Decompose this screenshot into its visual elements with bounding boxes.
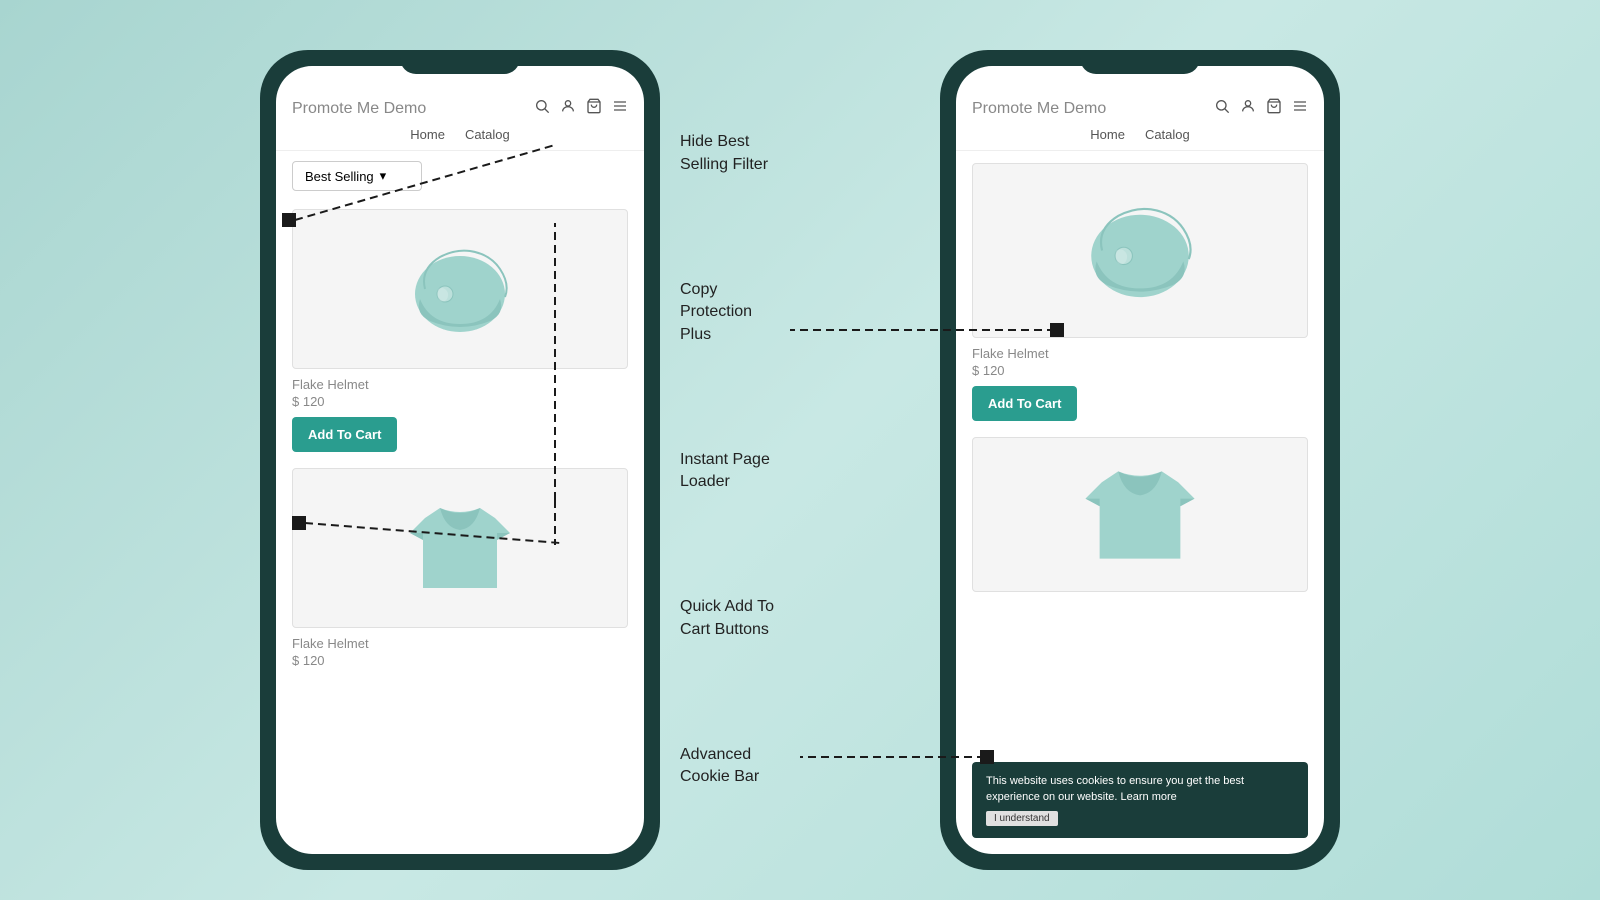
cookie-bar: This website uses cookies to ensure you … xyxy=(972,762,1308,838)
left-product-1-price: $ 120 xyxy=(292,394,628,409)
left-app-title: Promote Me Demo xyxy=(292,100,426,118)
right-app-header: Promote Me Demo xyxy=(956,66,1324,151)
chevron-down-icon: ▾ xyxy=(380,168,387,184)
left-product-card-1: Flake Helmet $ 120 Add To Cart xyxy=(292,209,628,452)
feature-label-instant-page: Instant PageLoader xyxy=(680,449,920,494)
left-helmet-image xyxy=(292,209,628,369)
left-add-to-cart-btn[interactable]: Add To Cart xyxy=(292,417,397,452)
left-phone: Promote Me Demo xyxy=(260,50,660,870)
feature-label-cookie-bar: AdvancedCookie Bar xyxy=(680,744,920,789)
feature-label-copy-protection: CopyProtectionPlus xyxy=(680,279,920,346)
search-icon[interactable] xyxy=(534,98,550,119)
right-product-card-1: Flake Helmet $ 120 Add To Cart xyxy=(972,163,1308,421)
right-phone: Promote Me Demo xyxy=(940,50,1340,870)
right-product-1-name: Flake Helmet xyxy=(972,346,1308,361)
right-phone-screen: Promote Me Demo xyxy=(956,66,1324,854)
right-cart-icon[interactable] xyxy=(1266,98,1282,119)
left-app-icons xyxy=(534,98,628,119)
main-container: Promote Me Demo xyxy=(0,0,1600,900)
left-product-grid: Flake Helmet $ 120 Add To Cart Fla xyxy=(276,201,644,854)
right-helmet-image xyxy=(972,163,1308,338)
cookie-bar-button[interactable]: I understand xyxy=(986,811,1058,826)
best-selling-filter[interactable]: Best Selling ▾ xyxy=(292,161,422,191)
feature-labels: Hide BestSelling Filter CopyProtectionPl… xyxy=(660,50,940,870)
feature-label-hide-filter: Hide BestSelling Filter xyxy=(680,131,920,176)
phone-notch-right xyxy=(1080,50,1200,74)
left-product-1-name: Flake Helmet xyxy=(292,377,628,392)
filter-label: Best Selling xyxy=(305,169,374,184)
left-app-nav: Home Catalog xyxy=(410,127,510,142)
right-app-title: Promote Me Demo xyxy=(972,100,1106,118)
right-nav-home[interactable]: Home xyxy=(1090,127,1125,142)
right-user-icon[interactable] xyxy=(1240,98,1256,119)
left-filter-bar: Best Selling ▾ xyxy=(276,151,644,201)
feature-label-quick-add: Quick Add ToCart Buttons xyxy=(680,596,920,641)
left-app-header: Promote Me Demo xyxy=(276,66,644,151)
left-tshirt-image xyxy=(292,468,628,628)
right-menu-icon[interactable] xyxy=(1292,98,1308,119)
left-product-card-2: Flake Helmet $ 120 xyxy=(292,468,628,676)
left-product-2-name: Flake Helmet xyxy=(292,636,628,651)
left-nav-catalog[interactable]: Catalog xyxy=(465,127,510,142)
right-tshirt-image xyxy=(972,437,1308,592)
right-product-card-2 xyxy=(972,437,1308,592)
right-add-to-cart-btn[interactable]: Add To Cart xyxy=(972,386,1077,421)
right-nav-catalog[interactable]: Catalog xyxy=(1145,127,1190,142)
right-product-grid: Flake Helmet $ 120 Add To Cart xyxy=(956,151,1324,854)
left-nav-home[interactable]: Home xyxy=(410,127,445,142)
right-app-icons xyxy=(1214,98,1308,119)
right-product-1-price: $ 120 xyxy=(972,363,1308,378)
phone-notch-left xyxy=(400,50,520,74)
cart-icon[interactable] xyxy=(586,98,602,119)
left-product-2-price: $ 120 xyxy=(292,653,628,668)
left-phone-screen: Promote Me Demo xyxy=(276,66,644,854)
right-search-icon[interactable] xyxy=(1214,98,1230,119)
menu-icon[interactable] xyxy=(612,98,628,119)
user-icon[interactable] xyxy=(560,98,576,119)
cookie-bar-text: This website uses cookies to ensure you … xyxy=(986,774,1294,805)
right-app-nav: Home Catalog xyxy=(1090,127,1190,142)
